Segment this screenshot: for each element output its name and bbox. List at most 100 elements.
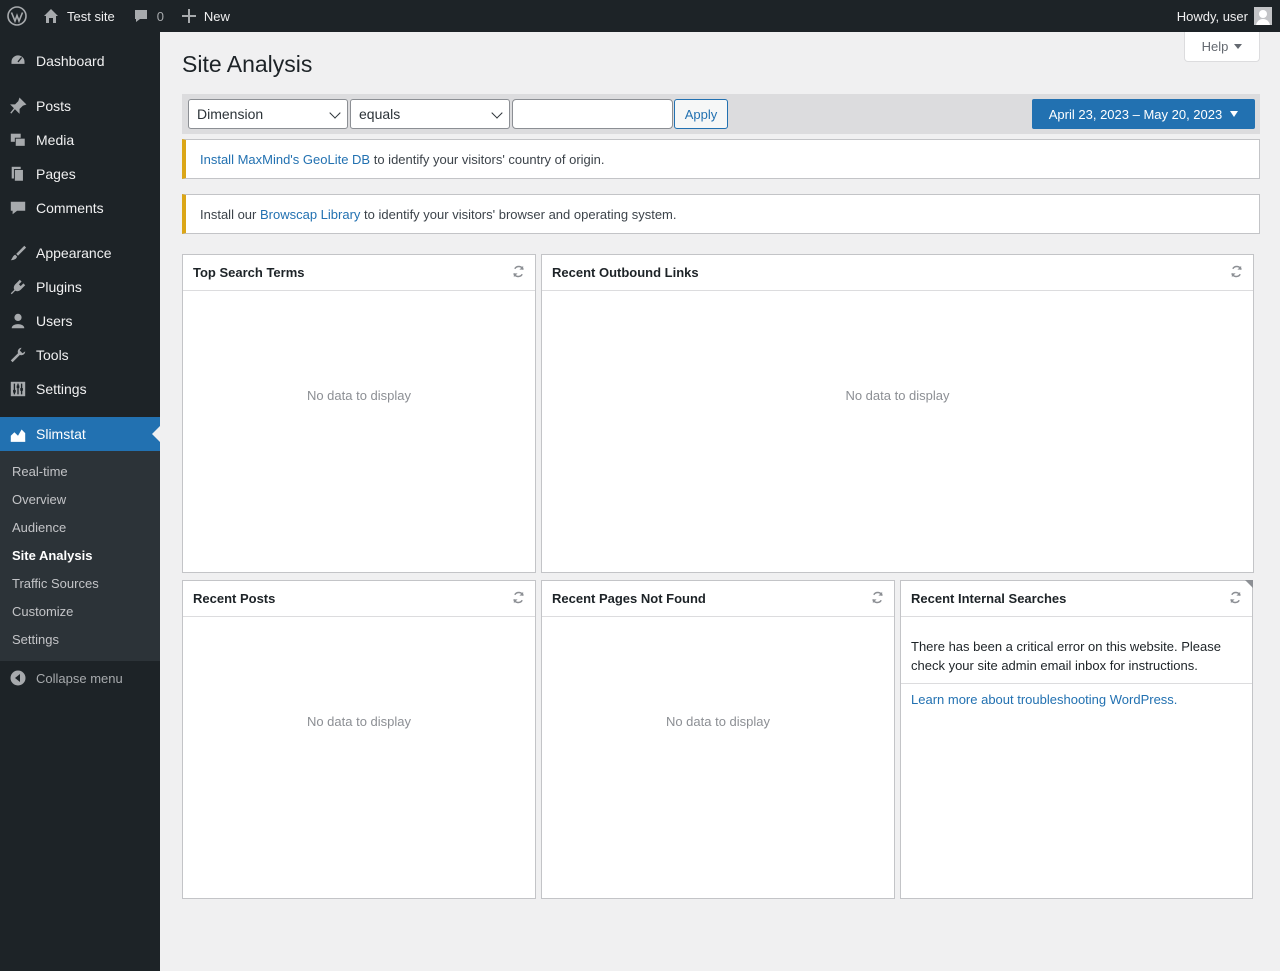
- dimension-select-value: Dimension: [197, 106, 264, 122]
- box-title: Top Search Terms: [193, 265, 305, 280]
- plug-icon: [0, 278, 36, 296]
- sidebar-item-tools[interactable]: Tools: [0, 338, 160, 372]
- box-title: Recent Posts: [193, 591, 276, 606]
- collapse-menu-label: Collapse menu: [36, 670, 123, 686]
- caret-down-icon: [1234, 44, 1243, 49]
- new-content-link[interactable]: New: [172, 0, 238, 32]
- submenu-item-traffic-sources[interactable]: Traffic Sources: [12, 576, 99, 591]
- sidebar-item-posts[interactable]: Posts: [0, 89, 160, 123]
- comment-icon: [0, 199, 36, 217]
- submenu-item-overview[interactable]: Overview: [12, 492, 66, 507]
- refresh-icon[interactable]: [512, 265, 525, 281]
- submenu-item-customize[interactable]: Customize: [12, 604, 73, 619]
- sidebar-item-comments[interactable]: Comments: [0, 191, 160, 225]
- slimstat-submenu: Real-time Overview Audience Site Analysi…: [0, 451, 160, 661]
- collapse-arrow-icon: [0, 670, 36, 686]
- critical-error-message: There has been a critical error on this …: [901, 617, 1252, 684]
- browscap-install-link[interactable]: Browscap Library: [260, 207, 360, 222]
- wordpress-logo-icon[interactable]: [0, 0, 34, 32]
- sidebar-item-media[interactable]: Media: [0, 123, 160, 157]
- sidebar-item-label: Users: [36, 313, 73, 329]
- browscap-notice: Install our Browscap Library to identify…: [182, 194, 1260, 234]
- browscap-notice-text: to identify your visitors' browser and o…: [360, 206, 677, 222]
- box-recent-pages-not-found: Recent Pages Not Found No data to displa…: [541, 580, 895, 899]
- filter-bar: Dimension equals Apply April 23, 2023 – …: [182, 94, 1260, 134]
- submenu-item-audience[interactable]: Audience: [12, 520, 66, 535]
- chevron-down-icon: [329, 107, 341, 119]
- box-title: Recent Pages Not Found: [552, 591, 706, 606]
- current-menu-arrow: [152, 426, 160, 442]
- chevron-down-icon: [491, 107, 503, 119]
- box-top-search-terms: Top Search Terms No data to display: [182, 254, 536, 573]
- dashboard-icon: [0, 52, 36, 70]
- home-icon: [44, 9, 58, 23]
- admin-menu: Dashboard Posts Media Pages Comments App…: [0, 32, 160, 971]
- sidebar-item-slimstat[interactable]: Slimstat: [0, 417, 160, 451]
- sidebar-item-label: Pages: [36, 166, 76, 182]
- sliders-icon: [0, 380, 36, 398]
- sidebar-item-label: Tools: [36, 347, 69, 363]
- sidebar-item-users[interactable]: Users: [0, 304, 160, 338]
- submenu-item-site-analysis[interactable]: Site Analysis: [12, 548, 92, 563]
- brush-icon: [0, 244, 36, 262]
- avatar: [1254, 7, 1272, 25]
- comment-count: 0: [156, 8, 164, 24]
- no-data-message: No data to display: [845, 388, 950, 403]
- sidebar-item-label: Posts: [36, 98, 72, 114]
- date-range-label: April 23, 2023 – May 20, 2023: [1048, 106, 1223, 122]
- sidebar-item-label: Media: [36, 132, 75, 148]
- pages-icon: [0, 165, 36, 183]
- no-data-message: No data to display: [306, 388, 412, 403]
- box-header: Recent Internal Searches: [901, 581, 1252, 617]
- comments-link[interactable]: 0: [125, 0, 172, 32]
- chart-area-icon: [0, 425, 36, 443]
- operator-select-value: equals: [359, 106, 401, 122]
- admin-bar: Test site 0 New Howdy, user: [0, 0, 1280, 32]
- refresh-icon[interactable]: [1229, 591, 1242, 607]
- page-title: Site Analysis: [182, 51, 313, 77]
- sidebar-item-label: Plugins: [36, 279, 82, 295]
- sidebar-item-plugins[interactable]: Plugins: [0, 270, 160, 304]
- submenu-item-settings[interactable]: Settings: [12, 632, 59, 647]
- sidebar-item-label: Slimstat: [36, 426, 86, 442]
- sidebar-item-dashboard[interactable]: Dashboard: [0, 44, 160, 78]
- troubleshooting-link[interactable]: Learn more about troubleshooting WordPre…: [901, 684, 1252, 715]
- no-data-message: No data to display: [665, 714, 771, 729]
- box-header: Top Search Terms: [183, 255, 535, 291]
- submenu-item-real-time[interactable]: Real-time: [12, 464, 68, 479]
- sidebar-item-pages[interactable]: Pages: [0, 157, 160, 191]
- box-recent-internal-searches: Recent Internal Searches There has been …: [900, 580, 1253, 899]
- no-data-message: No data to display: [306, 714, 412, 729]
- apply-button[interactable]: Apply: [674, 99, 728, 129]
- dimension-select[interactable]: Dimension: [188, 99, 348, 129]
- sidebar-item-label: Comments: [36, 200, 104, 216]
- refresh-icon[interactable]: [871, 591, 884, 607]
- collapse-menu-button[interactable]: Collapse menu: [0, 666, 123, 690]
- date-range-button[interactable]: April 23, 2023 – May 20, 2023: [1032, 99, 1255, 129]
- sidebar-item-label: Settings: [36, 381, 87, 397]
- help-button[interactable]: Help: [1184, 32, 1260, 62]
- new-label: New: [203, 8, 230, 24]
- geolite-install-link[interactable]: Install MaxMind's GeoLite DB: [200, 152, 370, 167]
- help-label: Help: [1201, 39, 1229, 54]
- media-icon: [0, 131, 36, 149]
- sidebar-item-appearance[interactable]: Appearance: [0, 236, 160, 270]
- plus-icon: [181, 9, 196, 23]
- box-recent-outbound-links: Recent Outbound Links No data to display: [541, 254, 1254, 573]
- box-title: Recent Outbound Links: [552, 265, 699, 280]
- browscap-notice-prefix: Install our: [200, 206, 260, 222]
- operator-select[interactable]: equals: [350, 99, 510, 129]
- sidebar-item-label: Dashboard: [36, 53, 105, 69]
- geolite-notice-text: to identify your visitors' country of or…: [370, 151, 605, 167]
- comment-icon: [134, 10, 147, 22]
- box-recent-posts: Recent Posts No data to display: [182, 580, 536, 899]
- refresh-icon[interactable]: [1230, 265, 1243, 281]
- refresh-icon[interactable]: [512, 591, 525, 607]
- filter-value-input[interactable]: [512, 99, 673, 129]
- sidebar-item-settings[interactable]: Settings: [0, 372, 160, 406]
- box-header: Recent Outbound Links: [542, 255, 1253, 291]
- site-name-link[interactable]: Test site: [34, 0, 125, 32]
- account-menu[interactable]: Howdy, user: [1177, 0, 1280, 32]
- howdy-text: Howdy, user: [1176, 8, 1248, 24]
- pin-icon: [0, 97, 36, 115]
